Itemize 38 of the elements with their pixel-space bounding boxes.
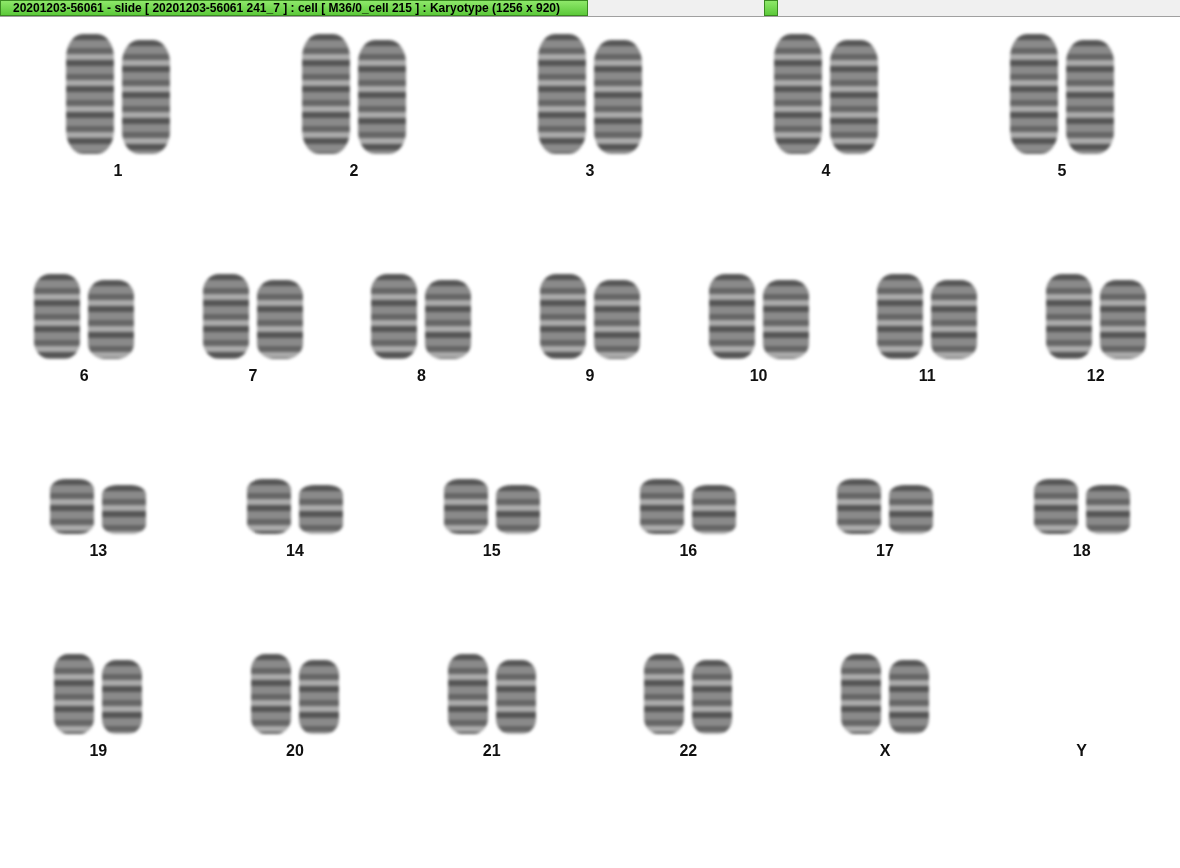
chromosome-drawing [443,479,488,534]
chromosome-label: 21 [482,742,501,760]
chromosome-drawing [837,479,881,534]
chromosome-label: 22 [679,742,698,760]
chromosome-drawing [889,485,933,534]
chromosome-label: Y [1076,742,1087,760]
chromosome-label: 20 [286,742,304,760]
chromosome-drawing [102,485,147,534]
chromosome-label: X [879,742,891,760]
chromosome-drawing [299,485,343,534]
chromosome-label: 13 [89,542,108,560]
chromosome-label: 15 [482,542,501,560]
chromosome-label: 19 [89,742,108,760]
chromosome-label: 2 [349,162,359,180]
window-title: 20201203-56061 - slide [ 20201203-56061 241_7 ] : cell [ M36/0_cell 215 ] : Karyotype (1256 x 920) [0,0,588,16]
chromosome-drawing [247,479,291,534]
chromosome-label: 12 [1086,367,1105,385]
chromosome-drawing [1085,485,1130,534]
chromosome-label: 4 [821,162,831,180]
chromosome-drawing [1033,479,1078,534]
chromosome-drawing [640,479,685,534]
chromosome-label: 9 [585,367,595,385]
chromosome-label: 6 [79,367,89,385]
chromosome-label: 5 [1057,162,1067,180]
chromosome-label: 7 [248,367,258,385]
chromosome-drawing [50,479,95,534]
chromosome-label: 16 [679,542,698,560]
chromosome-drawing [692,485,737,534]
chromosome-label: 8 [416,367,426,385]
chromosome-label: 3 [585,162,595,180]
chromosome-label: 11 [918,367,936,385]
chromosome-label: 10 [749,367,768,385]
chromosome-drawing [495,485,540,534]
chromosome-label: 1 [113,162,123,180]
chromosome-label: 14 [286,542,304,560]
chromosome-label: 17 [876,542,894,560]
status-indicator [764,0,778,16]
chromosome-label: 18 [1072,542,1091,560]
